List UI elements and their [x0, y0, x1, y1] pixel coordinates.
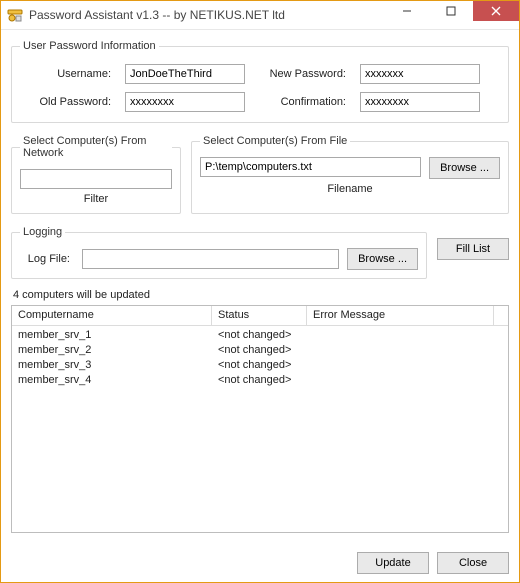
titlebar: Password Assistant v1.3 -- by NETIKUS.NE… — [1, 1, 519, 30]
fill-list-button[interactable]: Fill List — [437, 238, 509, 260]
confirmation-label: Confirmation: — [255, 96, 346, 108]
network-filter-input[interactable] — [20, 169, 172, 189]
cell-status: <not changed> — [212, 329, 307, 341]
update-button[interactable]: Update — [357, 552, 429, 574]
table-row[interactable]: member_srv_1<not changed> — [12, 327, 508, 342]
window-controls — [385, 1, 519, 29]
browse-file-button[interactable]: Browse ... — [429, 157, 500, 179]
header-spacer — [494, 306, 508, 325]
user-password-info-group: User Password Information Username: New … — [11, 40, 509, 123]
file-path-input[interactable] — [200, 157, 421, 177]
cell-computername: member_srv_1 — [12, 329, 212, 341]
old-password-input[interactable] — [125, 92, 245, 112]
close-button[interactable]: Close — [437, 552, 509, 574]
status-text: 4 computers will be updated — [13, 289, 509, 301]
header-computername[interactable]: Computername — [12, 306, 212, 325]
select-from-network-legend: Select Computer(s) From Network — [20, 135, 172, 159]
username-label: Username: — [20, 68, 111, 80]
table-row[interactable]: member_srv_3<not changed> — [12, 357, 508, 372]
window-title: Password Assistant v1.3 -- by NETIKUS.NE… — [29, 8, 385, 22]
old-password-label: Old Password: — [20, 96, 111, 108]
new-password-label: New Password: — [255, 68, 346, 80]
maximize-button[interactable] — [429, 1, 473, 21]
table-row[interactable]: member_srv_4<not changed> — [12, 372, 508, 387]
cell-computername: member_srv_2 — [12, 344, 212, 356]
header-status[interactable]: Status — [212, 306, 307, 325]
select-from-file-legend: Select Computer(s) From File — [200, 135, 350, 147]
close-window-button[interactable] — [473, 1, 519, 21]
cell-status: <not changed> — [212, 359, 307, 371]
log-file-input[interactable] — [82, 249, 339, 269]
select-from-network-group: Select Computer(s) From Network Filter — [11, 135, 181, 214]
header-error[interactable]: Error Message — [307, 306, 494, 325]
computer-list[interactable]: Computername Status Error Message member… — [11, 305, 509, 533]
list-header: Computername Status Error Message — [12, 306, 508, 326]
minimize-button[interactable] — [385, 1, 429, 21]
user-password-info-legend: User Password Information — [20, 40, 159, 52]
logging-legend: Logging — [20, 226, 65, 238]
filename-label: Filename — [200, 183, 500, 195]
username-input[interactable] — [125, 64, 245, 84]
cell-status: <not changed> — [212, 344, 307, 356]
cell-status: <not changed> — [212, 374, 307, 386]
table-row[interactable]: member_srv_2<not changed> — [12, 342, 508, 357]
logging-group: Logging Log File: Browse ... — [11, 226, 427, 279]
select-from-file-group: Select Computer(s) From File Browse ... … — [191, 135, 509, 214]
browse-log-button[interactable]: Browse ... — [347, 248, 418, 270]
filter-label: Filter — [20, 193, 172, 205]
confirmation-input[interactable] — [360, 92, 480, 112]
cell-computername: member_srv_4 — [12, 374, 212, 386]
app-icon — [7, 7, 23, 23]
log-file-label: Log File: — [20, 253, 70, 265]
new-password-input[interactable] — [360, 64, 480, 84]
cell-computername: member_srv_3 — [12, 359, 212, 371]
